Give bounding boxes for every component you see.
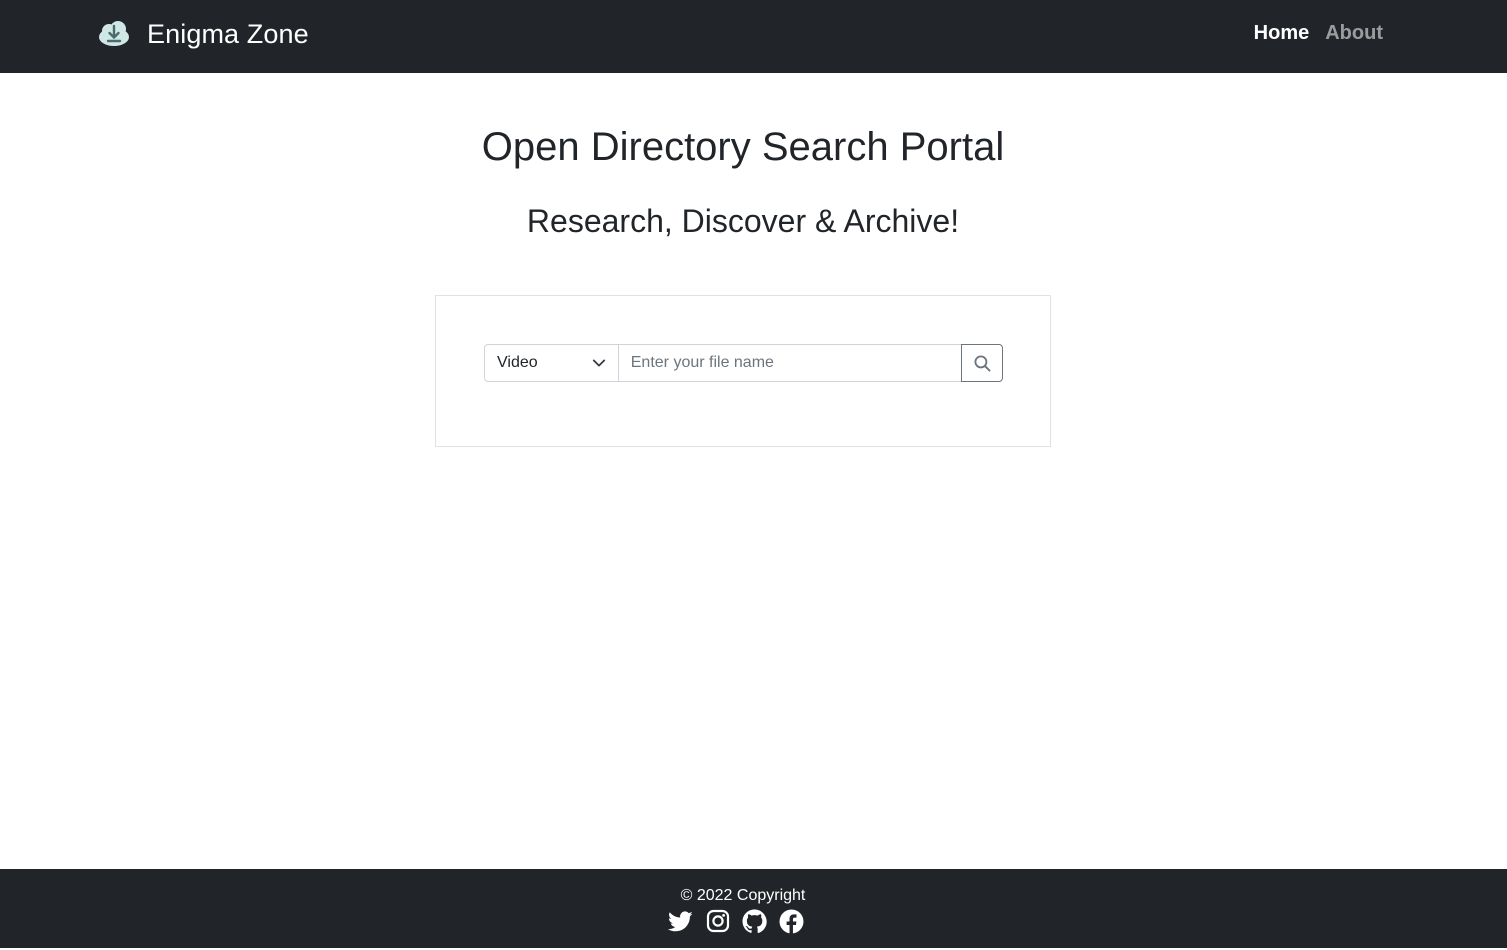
facebook-icon [779, 909, 804, 934]
search-input-group: Video [484, 344, 1003, 382]
github-icon [742, 909, 767, 933]
twitter-link[interactable] [668, 909, 693, 934]
instagram-link[interactable] [705, 909, 730, 934]
copyright-text: © 2022 Copyright [680, 887, 806, 904]
search-card: Video [435, 295, 1051, 447]
file-type-select[interactable]: Video [484, 344, 619, 382]
page-subtitle: Research, Discover & Archive! [526, 203, 960, 239]
brand-name: Enigma Zone [147, 18, 309, 49]
nav-about-link[interactable]: About [1325, 22, 1383, 45]
github-link[interactable] [742, 909, 767, 934]
footer: © 2022 Copyright [0, 869, 1507, 948]
instagram-icon [706, 909, 729, 933]
twitter-icon [668, 910, 693, 931]
search-button[interactable] [961, 344, 1003, 382]
social-links [668, 907, 804, 935]
cloud-download-icon [97, 17, 131, 51]
page-title: Open Directory Search Portal [481, 125, 1005, 169]
brand-link[interactable]: Enigma Zone [97, 14, 309, 54]
nav-links: Home About [1254, 0, 1383, 66]
search-icon [974, 354, 990, 371]
navbar: Enigma Zone Home About [0, 0, 1507, 73]
nav-home-link[interactable]: Home [1254, 22, 1310, 45]
file-type-selected-value: Video [497, 354, 538, 371]
chevron-down-icon [592, 359, 605, 367]
facebook-link[interactable] [779, 909, 804, 934]
file-name-input[interactable] [618, 344, 962, 382]
